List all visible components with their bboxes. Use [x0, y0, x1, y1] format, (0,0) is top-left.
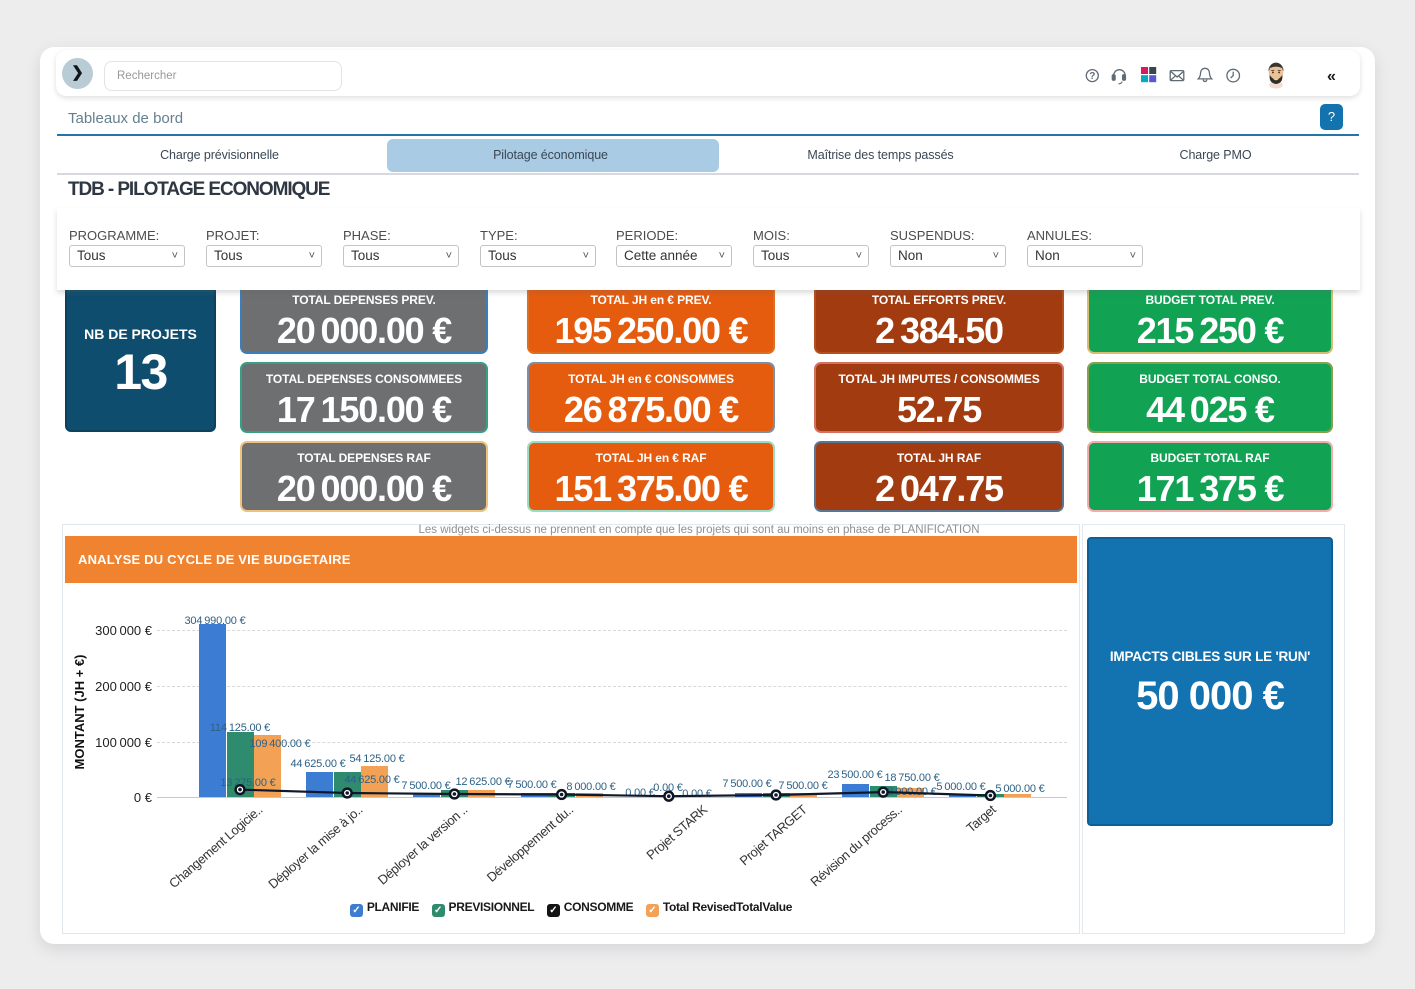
svg-text:?: ? — [1089, 71, 1095, 82]
svg-text:«: « — [1327, 68, 1336, 85]
